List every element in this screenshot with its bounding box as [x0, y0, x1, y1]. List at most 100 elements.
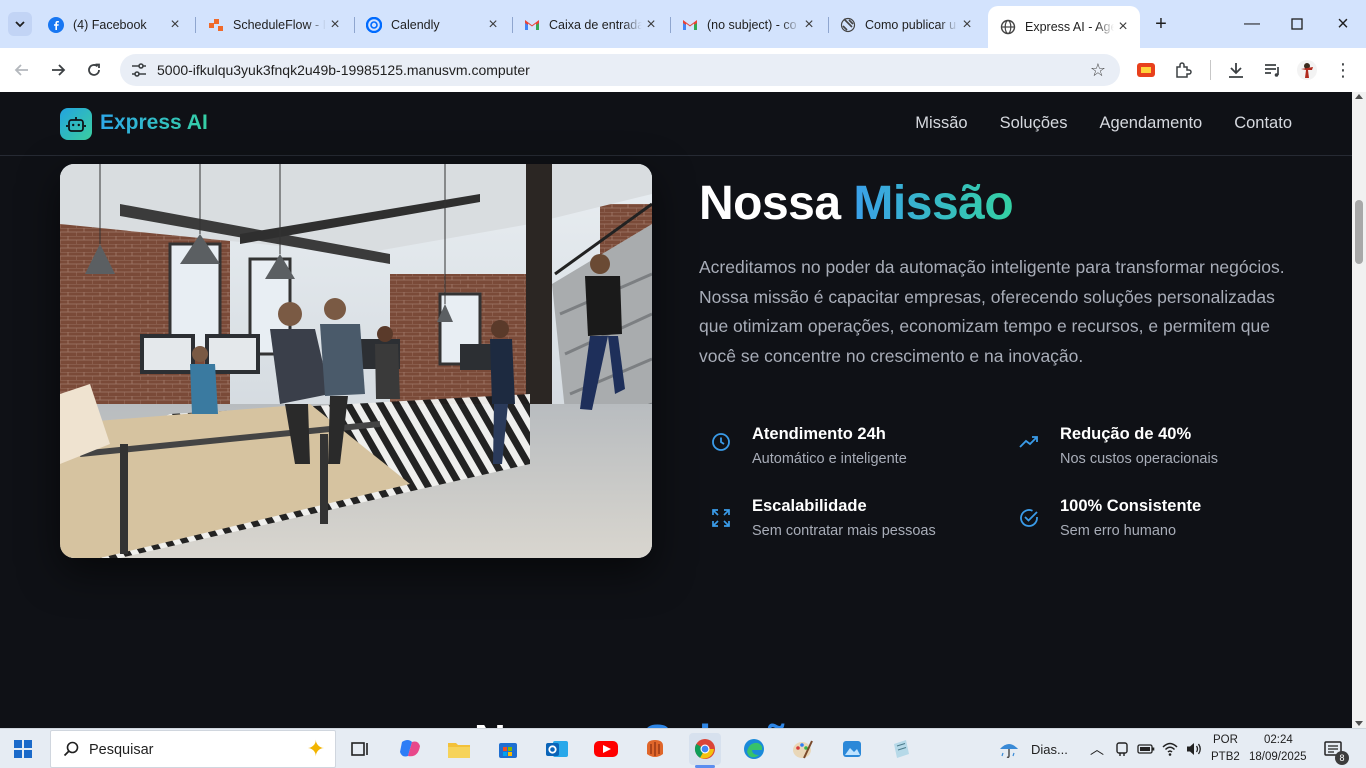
solutions-heading: Nossas Soluções — [474, 716, 838, 728]
clock-icon — [712, 433, 730, 451]
check-circle-icon — [1020, 509, 1038, 527]
profile-avatar[interactable] — [1296, 59, 1318, 81]
nav-link-solucoes[interactable]: Soluções — [1000, 114, 1068, 133]
web-page: Express AI Missão Soluções Agendamento C… — [0, 92, 1352, 728]
task-view-icon[interactable] — [344, 733, 376, 765]
notifications-button[interactable]: 8 — [1318, 733, 1350, 765]
weather-umbrella-icon[interactable] — [996, 733, 1022, 765]
feature-title: Atendimento 24h — [752, 425, 886, 443]
back-button[interactable] — [10, 58, 34, 82]
tab-gmail-no-subject[interactable]: (no subject) - co × — [670, 8, 826, 42]
scrollbar-thumb[interactable] — [1355, 200, 1363, 264]
paint-icon[interactable] — [787, 733, 819, 765]
minimize-button[interactable]: — — [1240, 12, 1264, 36]
url-text[interactable]: 5000-ifkulqu3yuk3fnqk2u49b-19985125.manu… — [157, 62, 530, 78]
baseball-app-icon[interactable] — [639, 733, 671, 765]
close-tab-icon[interactable]: × — [1114, 18, 1132, 36]
photos-icon[interactable] — [836, 733, 868, 765]
extension-red-icon[interactable] — [1135, 59, 1157, 81]
address-bar[interactable]: 5000-ifkulqu3yuk3fnqk2u49b-19985125.manu… — [120, 54, 1120, 86]
gmail-icon — [682, 17, 698, 33]
clock-date[interactable]: 18/09/2025 — [1249, 751, 1307, 763]
download-icon[interactable] — [1225, 59, 1247, 81]
tab-scheduleflow[interactable]: ScheduleFlow - I × — [196, 8, 352, 42]
volume-icon[interactable] — [1182, 733, 1206, 765]
weather-text[interactable]: Dias... — [1031, 742, 1068, 757]
tab-title: (4) Facebook — [73, 18, 147, 32]
keyboard-layout-indicator[interactable]: PTB2 — [1211, 751, 1240, 763]
device-icon[interactable] — [1110, 733, 1134, 765]
tab-search-button[interactable] — [8, 12, 32, 36]
main-nav: Missão Soluções Agendamento Contato — [915, 114, 1292, 133]
copilot-icon[interactable] — [394, 733, 426, 765]
mission-heading-plain: Nossa — [699, 177, 841, 230]
feature-item: Redução de 40% Nos custos operacionais — [1008, 425, 1298, 475]
new-tab-button[interactable]: + — [1150, 14, 1172, 34]
media-controls-icon[interactable] — [1261, 59, 1283, 81]
tab-calendly[interactable]: Calendly × — [354, 8, 510, 42]
feature-subtitle: Nos custos operacionais — [1060, 451, 1218, 467]
brand-name[interactable]: Express AI — [100, 111, 208, 135]
close-tab-icon[interactable]: × — [326, 16, 344, 34]
nav-link-missao[interactable]: Missão — [915, 114, 967, 133]
language-indicator[interactable]: POR — [1213, 734, 1238, 746]
notification-count-badge: 8 — [1335, 751, 1349, 765]
tab-gmail-inbox[interactable]: Caixa de entrada × — [512, 8, 668, 42]
file-explorer-icon[interactable] — [443, 733, 475, 765]
extensions-puzzle-icon[interactable] — [1172, 59, 1194, 81]
nav-link-contato[interactable]: Contato — [1234, 114, 1292, 133]
show-hidden-icons-chevron-icon[interactable]: ︿ — [1090, 739, 1104, 759]
wifi-icon[interactable] — [1158, 733, 1182, 765]
outlook-icon[interactable] — [541, 733, 573, 765]
feature-subtitle: Automático e inteligente — [752, 451, 907, 467]
tab-title: ScheduleFlow - I — [233, 18, 326, 32]
clock-time[interactable]: 02:24 — [1264, 734, 1293, 746]
scroll-down-arrow-icon[interactable] — [1355, 721, 1363, 726]
close-tab-icon[interactable]: × — [484, 16, 502, 34]
windows-taskbar: Pesquisar ✦ Dias... ︿ POR PTB2 02:24 18/… — [0, 728, 1366, 768]
tab-como-publicar[interactable]: Como publicar u × — [828, 8, 984, 42]
microsoft-store-icon[interactable] — [492, 733, 524, 765]
robot-logo-icon[interactable] — [60, 108, 92, 140]
close-tab-icon[interactable]: × — [642, 16, 660, 34]
nav-link-agendamento[interactable]: Agendamento — [1099, 114, 1202, 133]
close-window-button[interactable]: × — [1331, 12, 1355, 36]
tab-facebook[interactable]: (4) Facebook × — [36, 8, 192, 42]
close-tab-icon[interactable]: × — [958, 16, 976, 34]
feature-item: 100% Consistente Sem erro humano — [1008, 497, 1298, 547]
scroll-up-arrow-icon[interactable] — [1355, 94, 1363, 99]
feature-title: Redução de 40% — [1060, 425, 1192, 443]
office-photo — [60, 164, 652, 558]
edge-icon[interactable] — [738, 733, 770, 765]
page-scrollbar[interactable] — [1352, 92, 1366, 728]
youtube-icon[interactable] — [590, 733, 622, 765]
arrow-right-icon — [52, 64, 66, 76]
chevron-down-icon — [15, 21, 25, 28]
close-tab-icon[interactable]: × — [800, 16, 818, 34]
feature-title: Escalabilidade — [752, 497, 867, 515]
tab-title: (no subject) - co — [707, 18, 797, 32]
bookmark-star-icon[interactable]: ☆ — [1090, 60, 1106, 81]
facebook-icon — [48, 17, 64, 33]
close-tab-icon[interactable]: × — [166, 16, 184, 34]
windows-start-icon[interactable] — [14, 740, 32, 758]
battery-icon[interactable] — [1134, 733, 1158, 765]
forward-button[interactable] — [46, 58, 70, 82]
taskbar-search[interactable]: Pesquisar ✦ — [50, 730, 336, 768]
trending-up-icon — [1019, 436, 1038, 448]
tab-express-ai[interactable]: Express AI - Age × — [988, 6, 1140, 48]
maximize-button[interactable] — [1285, 12, 1309, 36]
notes-app-icon[interactable] — [885, 733, 917, 765]
gmail-icon — [524, 17, 540, 33]
browser-menu-icon[interactable]: ⋮ — [1332, 59, 1354, 81]
arrow-left-icon — [14, 64, 28, 76]
site-info-icon[interactable] — [130, 61, 148, 79]
tab-title: Caixa de entrada — [549, 18, 642, 32]
feature-subtitle: Sem erro humano — [1060, 523, 1177, 539]
solutions-heading-plain: Nossas — [474, 716, 631, 728]
reload-button[interactable] — [82, 58, 106, 82]
chrome-icon[interactable] — [689, 733, 721, 768]
scheduleflow-icon — [208, 17, 224, 33]
browser-tab-bar: (4) Facebook × ScheduleFlow - I × Calend… — [0, 0, 1366, 48]
reload-icon — [88, 63, 100, 76]
